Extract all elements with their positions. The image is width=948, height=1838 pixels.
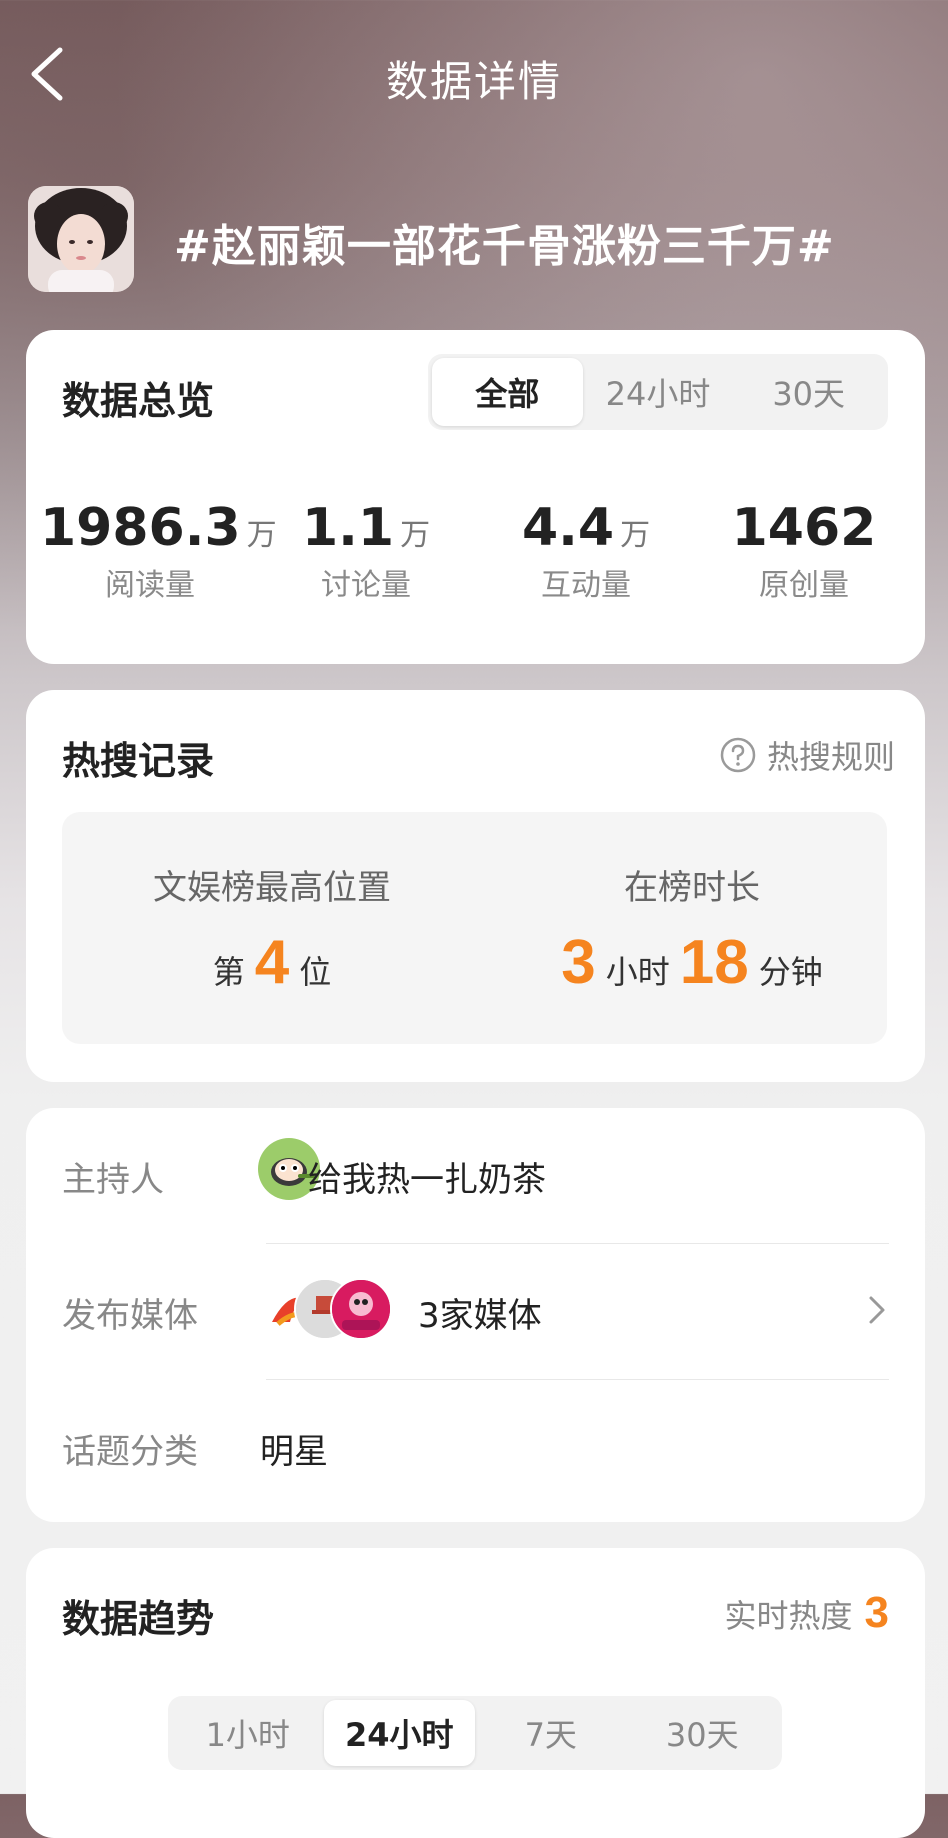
overview-title: 数据总览 bbox=[62, 379, 215, 423]
trend-tabs: 1小时 24小时 7天 30天 bbox=[168, 1696, 782, 1770]
best-rank-value: 4 bbox=[254, 928, 290, 997]
duration-label: 在榜时长 bbox=[624, 868, 760, 908]
duration-hours-unit: 小时 bbox=[605, 953, 670, 991]
chevron-right-icon bbox=[869, 1296, 885, 1324]
hot-search-summary: 文娱榜最高位置 第 4 位 在榜时长 3 小时 18 分钟 bbox=[62, 812, 887, 1044]
duration-minutes: 18 bbox=[679, 928, 749, 997]
topic-header: #赵丽颖一部花千骨涨粉三千万# bbox=[28, 186, 928, 296]
trend-card: 数据趋势 实时热度 3 1小时 24小时 7天 30天 bbox=[26, 1548, 925, 1838]
help-icon bbox=[720, 737, 756, 773]
info-card: 主持人 给我热一扎奶茶 发布媒体 3家媒体 话题分类 明星 bbox=[26, 1108, 925, 1522]
host-label: 主持人 bbox=[62, 1160, 164, 1200]
tab-24h[interactable]: 24小时 bbox=[583, 358, 734, 426]
stat-discussions-unit: 万 bbox=[400, 518, 431, 553]
hot-search-title: 热搜记录 bbox=[62, 739, 215, 783]
category-value: 明星 bbox=[260, 1432, 328, 1472]
stat-interactions-label: 互动量 bbox=[541, 568, 631, 603]
stat-reads-label: 阅读量 bbox=[105, 568, 195, 603]
host-name[interactable]: 给我热一扎奶茶 bbox=[308, 1152, 546, 1201]
stat-interactions-unit: 万 bbox=[620, 518, 651, 553]
tab-7d[interactable]: 7天 bbox=[475, 1700, 627, 1766]
topic-title: #赵丽颖一部花千骨涨粉三千万# bbox=[174, 221, 835, 272]
media-avatars bbox=[258, 1278, 392, 1340]
hot-search-rules-link[interactable]: 热搜规则 bbox=[719, 732, 895, 778]
duration-hours: 3 bbox=[561, 928, 596, 997]
overview-card: 数据总览 全部 24小时 30天 1986.3 万 阅读量 1.1 万 讨论量 4.… bbox=[26, 330, 925, 664]
heat-label: 实时热度 bbox=[724, 1597, 853, 1635]
tab-30d[interactable]: 30天 bbox=[733, 358, 884, 426]
category-row: 话题分类 明星 bbox=[62, 1380, 889, 1516]
media-row[interactable]: 发布媒体 3家媒体 bbox=[62, 1244, 889, 1380]
stat-discussions-label: 讨论量 bbox=[321, 568, 411, 603]
best-rank-label: 文娱榜最高位置 bbox=[153, 868, 391, 908]
best-rank-suffix: 位 bbox=[299, 953, 332, 991]
stat-reads-value: 1986.3 bbox=[40, 498, 241, 558]
media-avatar-3 bbox=[330, 1278, 392, 1340]
stat-discussions-value: 1.1 bbox=[301, 498, 395, 558]
duration: 在榜时长 3 小时 18 分钟 bbox=[522, 860, 862, 998]
media-count: 3家媒体 bbox=[418, 1296, 542, 1336]
stat-originals-value: 1462 bbox=[731, 498, 877, 558]
heat-value: 3 bbox=[864, 1588, 889, 1637]
tab-all[interactable]: 全部 bbox=[432, 358, 583, 426]
tab-30d[interactable]: 30天 bbox=[627, 1700, 779, 1766]
topic-avatar-image bbox=[28, 186, 134, 292]
hot-search-rules-label: 热搜规则 bbox=[766, 738, 895, 776]
stat-discussions: 1.1 万 讨论量 bbox=[256, 498, 476, 604]
stat-interactions: 4.4 万 互动量 bbox=[476, 498, 696, 604]
media-label: 发布媒体 bbox=[62, 1296, 198, 1336]
topic-avatar[interactable] bbox=[28, 186, 134, 292]
hot-search-card: 热搜记录 热搜规则 文娱榜最高位置 第 4 位 在榜时长 3 小时 18 分钟 bbox=[26, 690, 925, 1082]
stat-reads: 1986.3 万 阅读量 bbox=[40, 498, 277, 604]
nav-bar: 数据详情 bbox=[0, 30, 948, 120]
best-rank-prefix: 第 bbox=[212, 953, 245, 991]
host-row: 主持人 给我热一扎奶茶 bbox=[62, 1108, 889, 1244]
tab-24h[interactable]: 24小时 bbox=[323, 1700, 475, 1766]
stat-originals-label: 原创量 bbox=[759, 568, 849, 603]
best-rank: 文娱榜最高位置 第 4 位 bbox=[122, 860, 422, 998]
realtime-heat: 实时热度 3 bbox=[725, 1588, 890, 1638]
stat-originals: 1462 原创量 bbox=[694, 498, 914, 604]
tab-1h[interactable]: 1小时 bbox=[172, 1700, 324, 1766]
category-label: 话题分类 bbox=[62, 1432, 198, 1472]
duration-minutes-unit: 分钟 bbox=[758, 953, 823, 991]
stat-interactions-value: 4.4 bbox=[521, 498, 615, 558]
overview-tabs: 全部 24小时 30天 bbox=[428, 354, 888, 430]
page-title: 数据详情 bbox=[385, 57, 562, 106]
trend-title: 数据趋势 bbox=[62, 1597, 215, 1641]
